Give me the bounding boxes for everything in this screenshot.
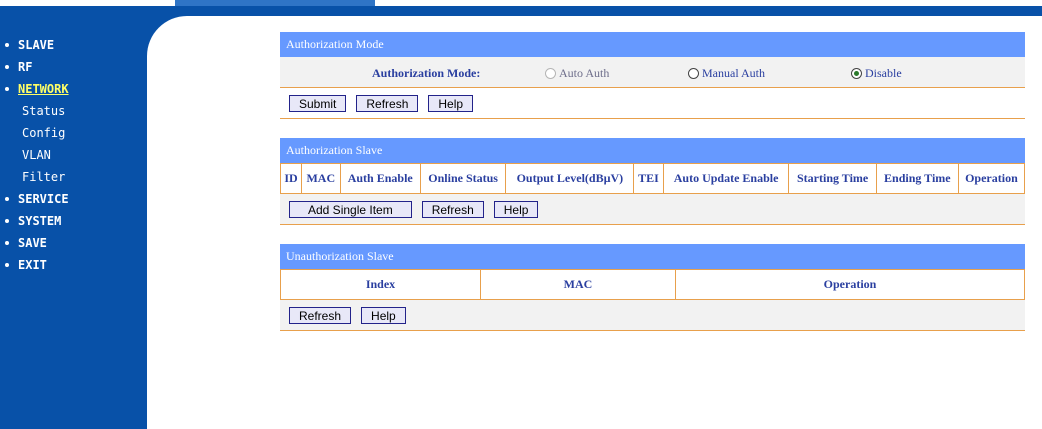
column-header: MAC — [301, 163, 341, 194]
submit-button[interactable]: Submit — [289, 95, 347, 112]
content-corner — [147, 16, 227, 96]
radio-checked-icon — [851, 68, 862, 79]
column-header: Index — [280, 269, 481, 300]
radio-manual-auth[interactable]: Manual Auth — [688, 66, 765, 81]
nav-subitem-status[interactable]: Status — [0, 100, 147, 122]
unauth-slave-title: Unauthorization Slave — [280, 244, 1025, 269]
main-content: Authorization Mode Authorization Mode: A… — [279, 32, 1026, 350]
help-button[interactable]: Help — [361, 307, 406, 324]
auth-slave-panel: Authorization Slave ID MAC Auth Enable O… — [279, 138, 1026, 225]
nav-item-service[interactable]: SERVICE — [0, 188, 147, 210]
refresh-button[interactable]: Refresh — [421, 201, 484, 218]
column-header: Starting Time — [788, 163, 877, 194]
column-header: ID — [279, 163, 303, 194]
radio-icon — [545, 68, 556, 79]
nav-subitem-config[interactable]: Config — [0, 122, 147, 144]
column-header: Operation — [675, 269, 1025, 300]
column-header: Auto Update Enable — [662, 163, 790, 194]
sidebar-nav: SLAVE RF NETWORK Status Config VLAN Filt… — [0, 34, 147, 276]
radio-disable-label: Disable — [865, 66, 902, 80]
auth-slave-title: Authorization Slave — [280, 138, 1025, 163]
nav-item-network[interactable]: NETWORK — [0, 78, 147, 100]
radio-manual-auth-label: Manual Auth — [702, 66, 765, 80]
nav-item-slave[interactable]: SLAVE — [0, 34, 147, 56]
add-single-item-button[interactable]: Add Single Item — [289, 201, 412, 218]
table-header-row: Index MAC Operation — [280, 269, 1025, 300]
auth-mode-label: Authorization Mode: — [372, 66, 481, 80]
auth-mode-row: Authorization Mode: Auto Auth Manual Aut… — [280, 57, 1025, 88]
column-header: Online Status — [419, 163, 507, 194]
top-banner — [0, 0, 1042, 16]
auth-mode-title: Authorization Mode — [280, 32, 1025, 57]
nav-item-system[interactable]: SYSTEM — [0, 210, 147, 232]
help-button[interactable]: Help — [428, 95, 474, 112]
auth-mode-buttons: Submit Refresh Help — [280, 88, 1025, 119]
auth-mode-panel: Authorization Mode Authorization Mode: A… — [280, 32, 1025, 119]
radio-auto-auth-label: Auto Auth — [559, 66, 610, 80]
unauth-slave-table: Index MAC Operation — [280, 269, 1025, 300]
column-header: Ending Time — [875, 163, 959, 194]
radio-auto-auth[interactable]: Auto Auth — [545, 66, 609, 81]
unauth-slave-buttons: Refresh Help — [280, 300, 1025, 331]
nav-item-rf[interactable]: RF — [0, 56, 147, 78]
table-header-row: ID MAC Auth Enable Online Status Output … — [279, 163, 1026, 194]
refresh-button[interactable]: Refresh — [289, 307, 352, 324]
refresh-button[interactable]: Refresh — [356, 95, 419, 112]
radio-icon — [688, 68, 699, 79]
radio-disable[interactable]: Disable — [851, 66, 902, 81]
column-header: TEI — [633, 163, 664, 194]
banner-band — [0, 6, 1042, 16]
auth-slave-table: ID MAC Auth Enable Online Status Output … — [279, 163, 1026, 194]
nav-subitem-filter[interactable]: Filter — [0, 166, 147, 188]
column-header: MAC — [480, 269, 676, 300]
nav-item-exit[interactable]: EXIT — [0, 254, 147, 276]
help-button[interactable]: Help — [493, 201, 539, 218]
column-header: Auth Enable — [339, 163, 421, 194]
column-header: Output Level(dBµV) — [505, 163, 635, 194]
auth-slave-buttons: Add Single Item Refresh Help — [280, 194, 1025, 225]
nav-item-save[interactable]: SAVE — [0, 232, 147, 254]
nav-subitem-vlan[interactable]: VLAN — [0, 144, 147, 166]
unauth-slave-panel: Unauthorization Slave Index MAC Operatio… — [280, 244, 1025, 331]
column-header: Operation — [957, 163, 1026, 194]
